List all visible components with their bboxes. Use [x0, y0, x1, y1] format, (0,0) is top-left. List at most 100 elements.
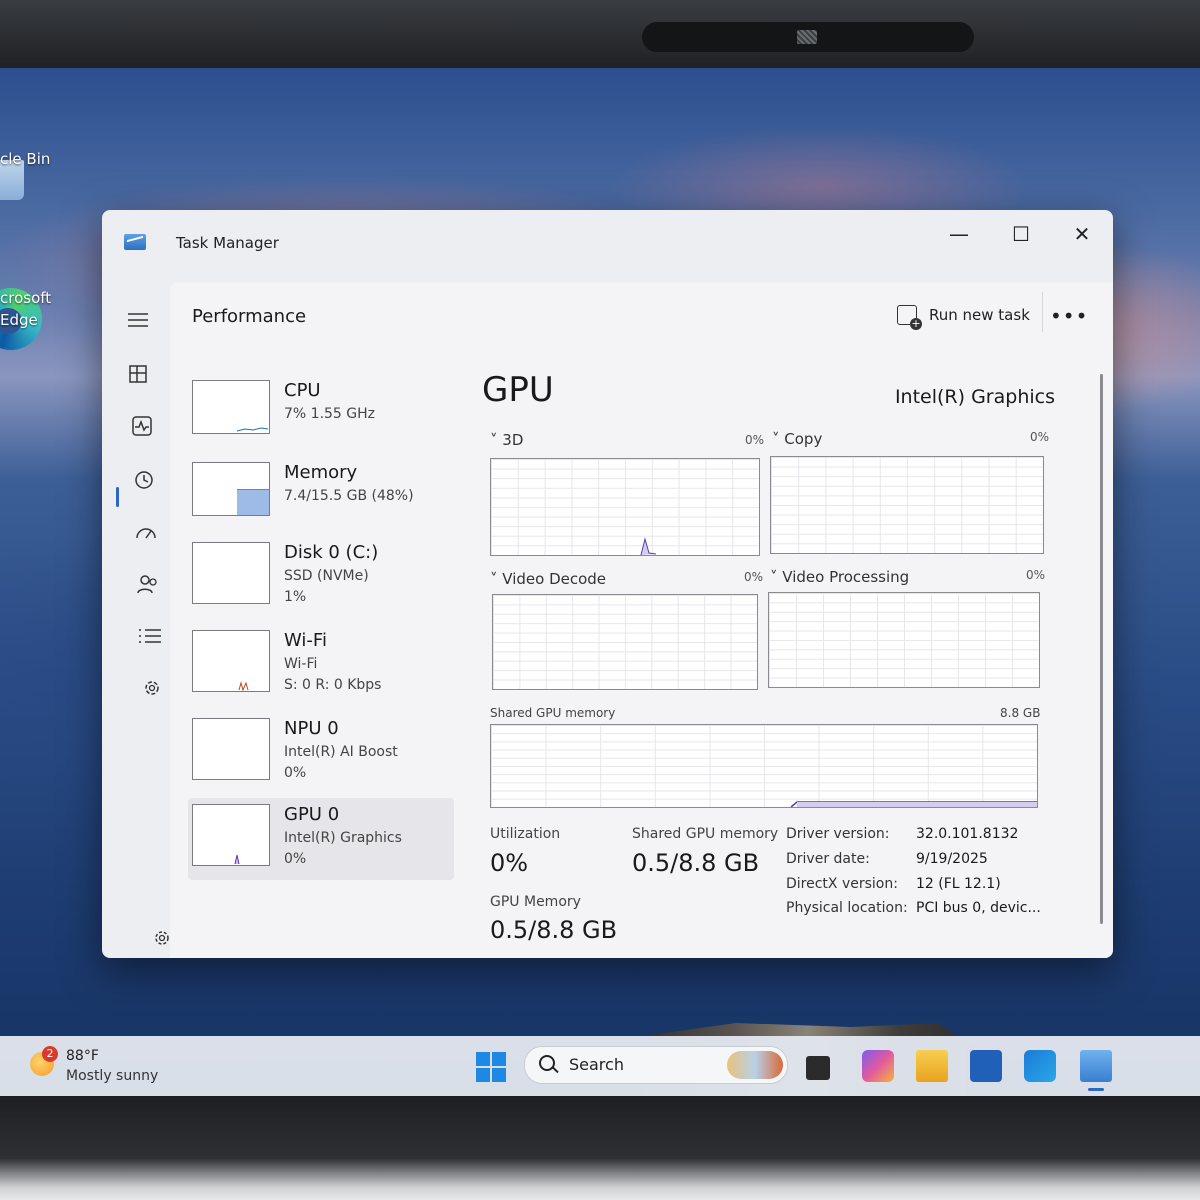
title-bar[interactable]: Task Manager — ☐ ✕	[102, 210, 1113, 280]
window-title: Task Manager	[176, 234, 279, 252]
device-name: NPU 0	[284, 718, 339, 739]
gpu-memory-value: 0.5/8.8 GB	[490, 916, 618, 944]
engine-video-decode-selector[interactable]: ˅ Video Decode	[490, 570, 606, 588]
minimize-button[interactable]: —	[934, 216, 984, 252]
utilization-label: Utilization	[490, 826, 561, 842]
device-detail-2: S: 0 R: 0 Kbps	[284, 677, 382, 693]
device-disk-0[interactable]: Disk 0 (C:) SSD (NVMe) 1%	[188, 536, 454, 612]
engine-video-processing-graph	[768, 592, 1040, 688]
users-icon[interactable]	[130, 566, 166, 602]
webcam-bar	[642, 22, 974, 52]
driver-date-value: 9/19/2025	[916, 851, 988, 867]
engine-name: 3D	[502, 431, 524, 449]
run-task-icon	[897, 305, 922, 330]
edge-label[interactable]: crosoft	[0, 289, 51, 307]
chevron-down-icon: ˅	[770, 568, 778, 586]
taskbar-search-box[interactable]: Search	[524, 1046, 788, 1084]
nav-rail	[102, 290, 170, 958]
engine-copy-graph	[770, 456, 1044, 554]
device-detail-2: 1%	[284, 589, 307, 605]
device-gpu-0[interactable]: GPU 0 Intel(R) Graphics 0%	[188, 798, 454, 880]
engine-3d-pct: 0%	[745, 433, 765, 447]
taskbar: 2 88°F Mostly sunny Search	[0, 1036, 1200, 1096]
engine-video-processing-selector[interactable]: ˅ Video Processing	[770, 568, 909, 586]
laptop-bezel-bottom	[0, 1096, 1200, 1200]
shared-memory-graph	[490, 724, 1038, 808]
maximize-button[interactable]: ☐	[996, 216, 1046, 252]
engine-3d-selector[interactable]: ˅ 3D	[490, 431, 523, 449]
device-detail-2: 0%	[284, 765, 307, 781]
device-detail-2: 0%	[284, 851, 307, 867]
memory-thumbnail-graph	[192, 462, 270, 516]
task-manager-icon[interactable]	[1080, 1050, 1112, 1082]
run-new-task-label: Run new task	[929, 306, 1030, 324]
m365-copilot-icon[interactable]	[862, 1050, 894, 1082]
scrollbar[interactable]	[1100, 374, 1103, 924]
wifi-thumbnail-graph	[192, 630, 270, 692]
app-history-icon[interactable]	[126, 462, 162, 498]
device-name: Memory	[284, 462, 358, 483]
engine-copy-selector[interactable]: ˅ Copy	[772, 430, 822, 448]
chevron-down-icon: ˅	[490, 570, 498, 588]
device-name: GPU 0	[284, 804, 340, 825]
weather-description[interactable]: Mostly sunny	[66, 1068, 158, 1084]
device-wifi[interactable]: Wi-Fi Wi-Fi S: 0 R: 0 Kbps	[188, 624, 454, 700]
recycle-bin-label[interactable]: cle Bin	[0, 150, 50, 168]
engine-video-processing-pct: 0%	[1026, 568, 1046, 582]
device-detail: 7.4/15.5 GB (48%)	[284, 488, 414, 504]
device-cpu[interactable]: CPU 7% 1.55 GHz	[188, 374, 454, 450]
run-new-task-button[interactable]: Run new task	[897, 300, 1030, 330]
nav-active-indicator	[116, 487, 119, 507]
gpu-heading: GPU	[482, 370, 554, 410]
search-icon	[539, 1055, 555, 1071]
engine-name: Video Processing	[782, 568, 910, 586]
edge-label-line2[interactable]: Edge	[0, 311, 38, 329]
task-view-icon[interactable]	[806, 1056, 830, 1080]
device-detail: Wi-Fi	[284, 656, 318, 672]
task-manager-app-icon	[124, 234, 146, 250]
device-detail: Intel(R) Graphics	[284, 830, 402, 846]
performance-panel: Performance Run new task ••• CPU 7% 1.55…	[170, 282, 1113, 958]
hamburger-icon[interactable]	[120, 302, 156, 338]
outlook-icon[interactable]	[1024, 1050, 1056, 1082]
processes-icon[interactable]	[120, 356, 156, 392]
gpu-model-name: Intel(R) Graphics	[894, 386, 1055, 408]
page-title: Performance	[192, 306, 307, 327]
weather-badge: 2	[42, 1046, 58, 1062]
more-options-button[interactable]: •••	[1050, 304, 1088, 328]
engine-video-decode-pct: 0%	[744, 570, 764, 584]
npu-thumbnail-graph	[192, 718, 270, 780]
engine-video-decode-graph	[492, 594, 758, 690]
disk-thumbnail-graph	[192, 542, 270, 604]
start-button[interactable]	[476, 1052, 506, 1082]
directx-version-value: 12 (FL 12.1)	[916, 876, 1001, 892]
laptop-bezel-top	[0, 0, 1200, 68]
engine-name: Video Decode	[502, 570, 607, 588]
device-npu-0[interactable]: NPU 0 Intel(R) AI Boost 0%	[188, 712, 454, 788]
services-icon[interactable]	[134, 670, 170, 706]
microsoft-store-icon[interactable]	[970, 1050, 1002, 1082]
gpu-memory-label: GPU Memory	[490, 894, 581, 910]
chevron-down-icon: ˅	[772, 430, 780, 448]
startup-apps-icon[interactable]	[128, 514, 164, 550]
physical-location-label: Physical location:	[786, 900, 908, 916]
device-detail: Intel(R) AI Boost	[284, 744, 398, 760]
device-memory[interactable]: Memory 7.4/15.5 GB (48%)	[188, 456, 454, 532]
engine-copy-pct: 0%	[1030, 430, 1050, 444]
device-name: Wi-Fi	[284, 630, 327, 651]
details-icon[interactable]	[132, 618, 168, 654]
file-explorer-icon[interactable]	[916, 1050, 948, 1082]
task-manager-active-indicator	[1088, 1088, 1104, 1091]
engine-name: Copy	[784, 430, 823, 448]
shared-memory-label: Shared GPU memory	[632, 826, 779, 842]
driver-version-value: 32.0.101.8132	[916, 826, 1019, 842]
search-highlight-image[interactable]	[727, 1051, 783, 1079]
task-manager-window: Task Manager — ☐ ✕ Performance + Run new…	[102, 210, 1113, 958]
header-divider	[1042, 292, 1043, 332]
engine-3d-graph	[490, 458, 760, 556]
weather-temperature[interactable]: 88°F	[66, 1048, 99, 1064]
cpu-thumbnail-graph	[192, 380, 270, 434]
utilization-value: 0%	[490, 849, 529, 877]
performance-icon[interactable]	[124, 408, 160, 444]
close-button[interactable]: ✕	[1057, 216, 1107, 252]
